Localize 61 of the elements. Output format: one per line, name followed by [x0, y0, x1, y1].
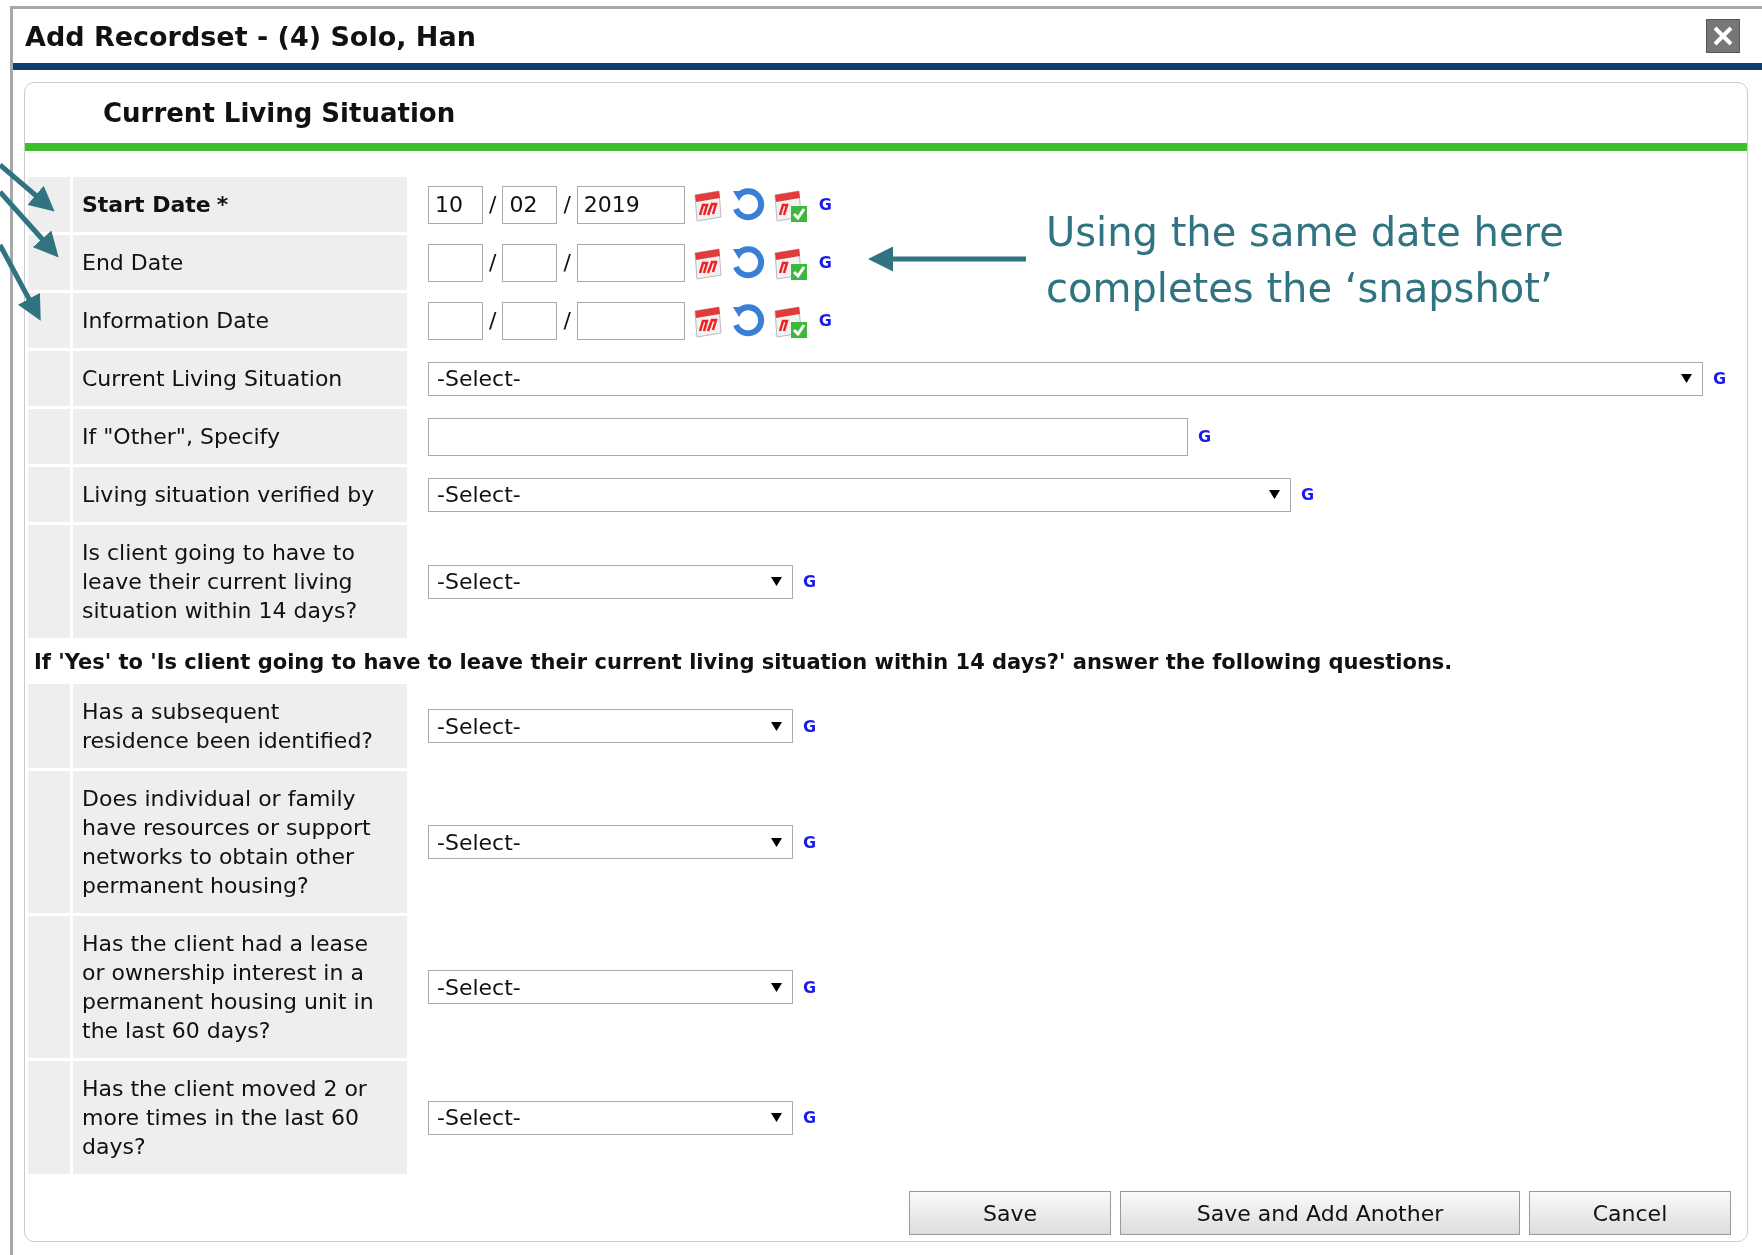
caret-icon — [771, 837, 782, 847]
day-field[interactable] — [502, 243, 558, 282]
g-link[interactable]: G — [803, 716, 817, 736]
year-field[interactable] — [576, 301, 685, 340]
dropdown[interactable]: -Select- — [428, 709, 793, 743]
annotation-text: Using the same date here completes the ‘snapshot’ — [1046, 208, 1564, 313]
caret-icon — [771, 721, 782, 731]
date-separator: / — [489, 308, 497, 333]
close-button[interactable] — [1706, 19, 1740, 53]
day-field[interactable]: 02 — [502, 185, 558, 224]
annotation-arrow — [0, 163, 55, 212]
field-label: End Date — [73, 235, 407, 290]
dropdown[interactable]: -Select- — [428, 477, 1291, 512]
date-separator: / — [563, 308, 571, 333]
g-link[interactable]: G — [803, 572, 817, 591]
field-label: If "Other", Specify — [73, 409, 407, 464]
dropdown[interactable]: -Select- — [428, 1100, 793, 1135]
caret-icon — [1681, 374, 1692, 383]
dropdown[interactable]: -Select- — [428, 361, 1703, 396]
field-label: Start Date * — [73, 177, 407, 232]
year-field[interactable] — [576, 243, 685, 282]
date-separator: / — [563, 250, 571, 275]
caret-icon — [1269, 490, 1280, 499]
caret-icon — [771, 982, 782, 992]
field-label: Information Date — [73, 293, 407, 348]
g-link[interactable]: G — [818, 311, 832, 330]
month-field[interactable] — [428, 301, 483, 340]
field-label: Has the client had a lease or ownership interest in a permanent housing unit in the last 60 days? — [73, 916, 407, 1058]
g-link[interactable]: G — [818, 195, 832, 214]
year-field[interactable]: 2019 — [576, 185, 685, 224]
field-label: Has a subsequent residence been identified? — [73, 684, 407, 768]
dialog-title: Add Recordset - (4) Solo, Han — [25, 20, 476, 52]
g-link[interactable]: G — [1713, 369, 1727, 388]
caret-icon — [771, 577, 782, 586]
field-label: Current Living Situation — [73, 351, 407, 406]
field-label: Living situation verified by — [73, 467, 407, 522]
section-title: Current Living Situation — [103, 98, 456, 128]
form-button[interactable]: Save and Add Another — [1120, 1191, 1520, 1235]
form-button[interactable]: Save — [909, 1191, 1111, 1235]
g-link[interactable]: G — [1198, 427, 1212, 446]
form-button[interactable]: Cancel — [1529, 1191, 1731, 1235]
date-separator: / — [489, 250, 497, 275]
dropdown[interactable]: -Select- — [428, 825, 793, 859]
g-link[interactable]: G — [818, 253, 832, 272]
month-field[interactable] — [428, 243, 483, 282]
field-label: Does individual or family have resources or support networks to obtain other permanent housing? — [73, 771, 407, 913]
instruction-text: If 'Yes' to 'Is client going to have to leave their current living situation within 14 days?' answer the following questions. — [33, 649, 1454, 676]
date-separator: / — [489, 192, 497, 217]
month-field[interactable]: 10 — [428, 185, 483, 224]
field-label: Is client going to have to leave their current living situation within 14 days? — [73, 525, 407, 638]
g-link[interactable]: G — [803, 832, 817, 852]
g-link[interactable]: G — [803, 977, 817, 997]
text-field[interactable] — [428, 417, 1188, 456]
caret-icon — [771, 1113, 782, 1122]
field-label: Has the client moved 2 or more times in the last 60 days? — [73, 1061, 407, 1174]
g-link[interactable]: G — [1301, 485, 1315, 504]
day-field[interactable] — [502, 301, 558, 340]
date-separator: / — [563, 192, 571, 217]
dropdown[interactable]: -Select- — [428, 970, 793, 1004]
dropdown[interactable]: -Select- — [428, 564, 793, 599]
g-link[interactable]: G — [803, 1108, 817, 1127]
